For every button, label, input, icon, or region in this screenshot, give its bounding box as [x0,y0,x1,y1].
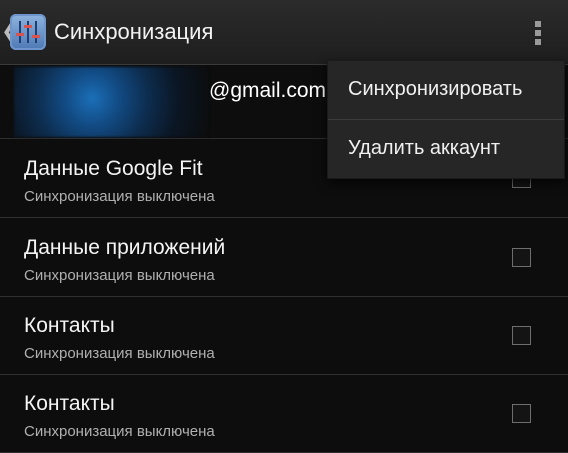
sync-checkbox[interactable] [512,404,531,423]
action-bar: ❮ Синхронизация [0,0,568,65]
menu-item-label: Синхронизировать [348,78,523,100]
equalizer-settings-icon[interactable] [10,14,46,50]
sync-item-status: Синхронизация выключена [24,267,215,284]
page-title: Синхронизация [54,19,214,44]
sync-checkbox[interactable] [512,326,531,345]
menu-item-remove-account[interactable]: Удалить аккаунт [328,120,564,178]
account-email: @gmail.com [209,79,327,102]
blurred-account-avatar [14,67,209,137]
menu-item-sync-now[interactable]: Синхронизировать [328,61,564,119]
sync-item-contacts[interactable]: Контакты Синхронизация выключена [0,296,568,375]
sync-item-app-data[interactable]: Данные приложений Синхронизация выключен… [0,218,568,297]
overflow-menu-icon[interactable] [528,18,548,48]
sync-item-title: Данные Google Fit [24,157,203,180]
sync-item-title: Контакты [24,314,115,337]
sync-checkbox[interactable] [512,248,531,267]
sync-item-status: Синхронизация выключена [24,345,215,362]
sync-item-status: Синхронизация выключена [24,188,215,205]
sync-item-title: Данные приложений [24,236,226,259]
menu-item-label: Удалить аккаунт [348,137,501,159]
sync-item-contacts-2[interactable]: Контакты Синхронизация выключена [0,374,568,453]
sync-item-title: Контакты [24,392,115,415]
overflow-menu: Синхронизировать Удалить аккаунт [327,60,565,179]
sync-item-status: Синхронизация выключена [24,423,215,440]
